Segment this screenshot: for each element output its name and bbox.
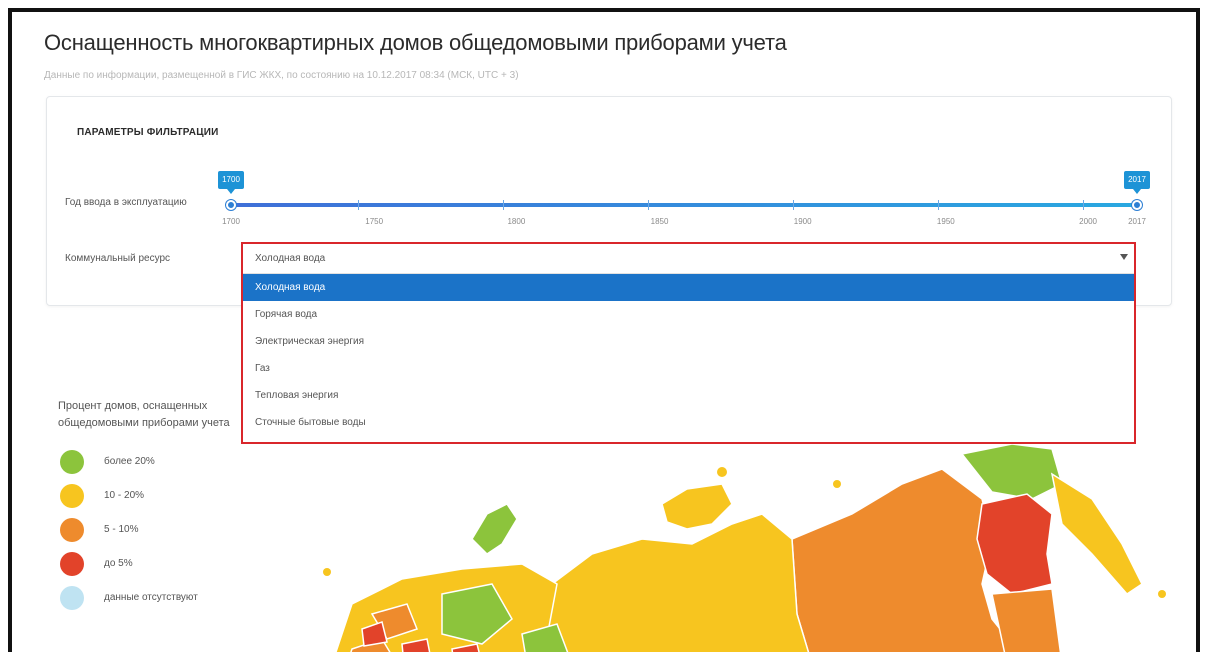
scale-label: 2017 <box>1128 217 1146 226</box>
slider-handle-min[interactable] <box>226 200 236 210</box>
scale-label: 1800 <box>507 217 526 226</box>
scale-label: 1900 <box>793 217 812 226</box>
scale-label: 1700 <box>222 217 240 226</box>
dropdown-option-hot-water[interactable]: Горячая вода <box>243 301 1134 328</box>
slider-tick <box>1082 200 1084 210</box>
slider-tick <box>357 200 359 210</box>
year-range-slider[interactable]: 1700 2017 1700 1750 1800 1850 1900 1950 … <box>218 171 1150 226</box>
legend-label: до 5% <box>104 558 133 569</box>
dropdown-option-gas[interactable]: Газ <box>243 355 1134 382</box>
dropdown-option-cold-water[interactable]: Холодная вода <box>243 274 1134 301</box>
page-subtitle: Данные по информации, размещенной в ГИС … <box>44 70 519 81</box>
legend-label: более 20% <box>104 456 155 467</box>
slider-handle-max[interactable] <box>1132 200 1142 210</box>
legend-swatch-yellow <box>60 484 84 508</box>
map-region[interactable] <box>791 468 1013 652</box>
slider-min-badge: 1700 <box>218 171 244 194</box>
dropdown-option-heat[interactable]: Тепловая энергия <box>243 382 1134 409</box>
legend-swatch-orange <box>60 518 84 542</box>
map-region[interactable] <box>960 444 1063 500</box>
map-region[interactable] <box>1050 472 1143 595</box>
map-region[interactable] <box>323 568 331 576</box>
legend-title: Процент домов, оснащенных общедомовыми п… <box>58 400 230 429</box>
scale-label: 1850 <box>650 217 669 226</box>
map-region[interactable] <box>976 493 1053 595</box>
legend-swatch-light-blue <box>60 586 84 610</box>
slider-tick <box>647 200 649 210</box>
resource-filter-label: Коммунальный ресурс <box>65 253 171 264</box>
slider-tick <box>502 200 504 210</box>
scale-label: 1750 <box>365 217 384 226</box>
year-filter-label: Год ввода в эксплуатацию <box>65 197 187 208</box>
page-title: Оснащенность многоквартирных домов общед… <box>44 30 787 55</box>
legend-label: 10 - 20% <box>104 490 145 501</box>
filter-panel-title: ПАРАМЕТРЫ ФИЛЬТРАЦИИ <box>77 127 219 138</box>
legend-swatch-red <box>60 552 84 576</box>
screenshot-frame: Оснащенность многоквартирных домов общед… <box>8 8 1200 652</box>
legend-label: данные отсутствуют <box>104 592 198 603</box>
dropdown-option-electricity[interactable]: Электрическая энергия <box>243 328 1134 355</box>
map-region[interactable] <box>471 503 518 555</box>
russia-region-map[interactable] <box>292 444 1172 652</box>
legend-label: 5 - 10% <box>104 524 139 535</box>
resource-select-value: Холодная вода <box>255 253 326 264</box>
dropdown-option-wastewater[interactable]: Сточные бытовые воды <box>243 409 1134 436</box>
resource-select[interactable]: Холодная вода <box>243 244 1134 274</box>
slider-max-badge: 2017 <box>1124 171 1150 194</box>
slider-tick <box>792 200 794 210</box>
map-region[interactable] <box>717 467 727 477</box>
map-region[interactable] <box>1158 590 1166 598</box>
slider-track[interactable] <box>231 203 1137 207</box>
resource-dropdown[interactable]: Холодная вода Холодная вода Горячая вода… <box>241 242 1136 444</box>
slider-tick <box>937 200 939 210</box>
scale-label: 2000 <box>1079 217 1097 226</box>
map-region[interactable] <box>991 588 1062 652</box>
chevron-down-icon[interactable] <box>1120 254 1128 260</box>
map-region[interactable] <box>661 483 733 530</box>
map-region[interactable] <box>542 513 812 652</box>
legend-swatch-green <box>60 450 84 474</box>
map-region[interactable] <box>833 480 841 488</box>
scale-label: 1950 <box>936 217 955 226</box>
